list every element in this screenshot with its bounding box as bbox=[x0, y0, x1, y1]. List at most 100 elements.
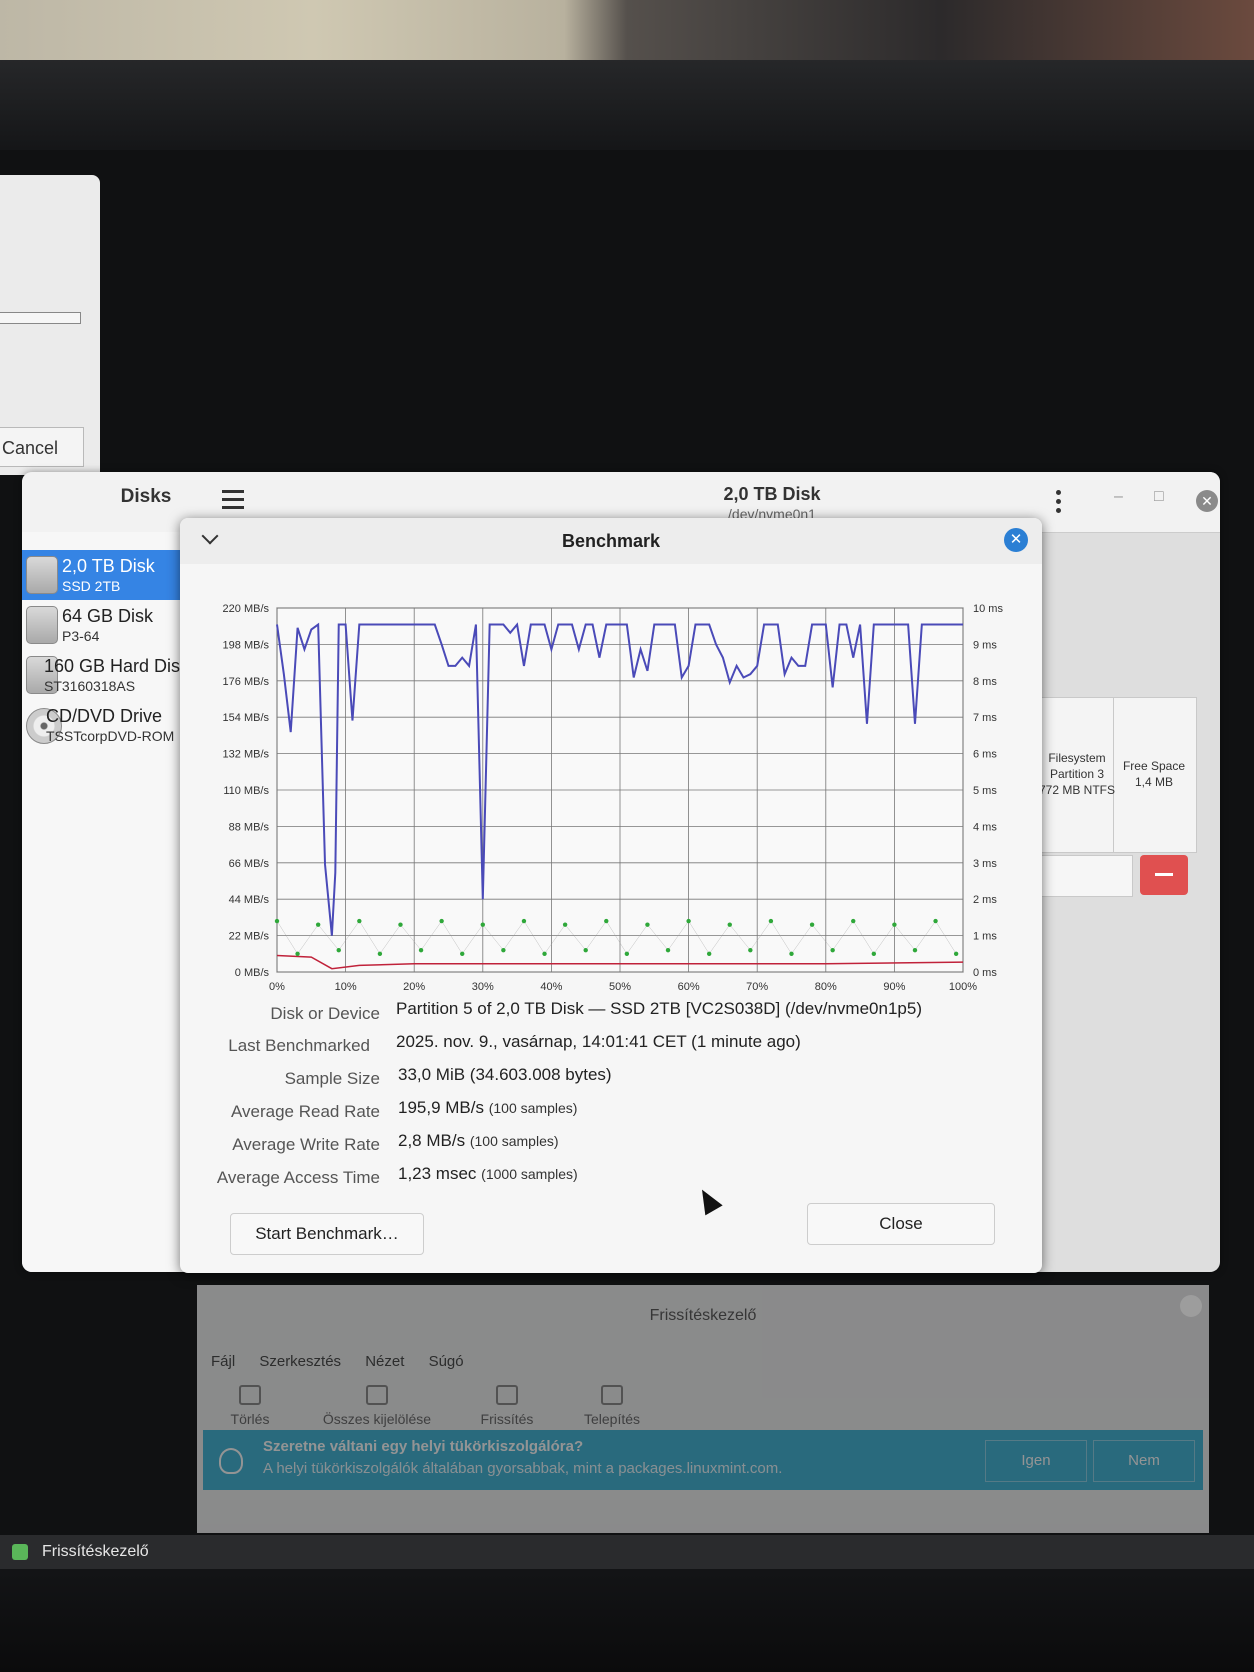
access-time-point bbox=[274, 918, 280, 924]
menu-edit[interactable]: Szerkesztés bbox=[259, 1353, 341, 1370]
access-time-point bbox=[295, 951, 300, 956]
y-right-tick-label: 3 ms bbox=[973, 858, 997, 870]
x-tick-label: 50% bbox=[609, 981, 631, 993]
select-all-icon bbox=[366, 1385, 388, 1405]
menu-help[interactable]: Súgó bbox=[429, 1353, 464, 1370]
y-left-tick-label: 220 MB/s bbox=[223, 603, 270, 615]
y-left-tick-label: 66 MB/s bbox=[229, 858, 270, 870]
drive-model: TSSTcorpDVD-ROM bbox=[46, 728, 175, 744]
access-time-point bbox=[748, 947, 753, 953]
dialog-title: Benchmark bbox=[561, 531, 661, 551]
toolbar-select-all[interactable]: Összes kijelölése bbox=[307, 1385, 447, 1427]
read-rate-label: Average Read Rate bbox=[230, 1102, 380, 1121]
minimize-icon[interactable]: – bbox=[1114, 488, 1123, 506]
y-left-tick-label: 132 MB/s bbox=[223, 749, 270, 761]
volume-field bbox=[1035, 855, 1133, 897]
drive-name: 160 GB Hard Disk bbox=[44, 656, 190, 676]
access-time-point bbox=[830, 947, 835, 953]
benchmark-chart: 0 MB/s 22 MB/s 44 MB/s 66 MB/s 88 MB/s 110 MB… bbox=[180, 568, 1042, 1038]
no-button[interactable]: Nem bbox=[1093, 1440, 1195, 1482]
y-right-tick-label: 10 ms bbox=[973, 603, 1003, 615]
access-time-point bbox=[624, 951, 630, 956]
y-right-tick-label: 4 ms bbox=[973, 821, 997, 833]
close-button[interactable]: Close bbox=[807, 1203, 995, 1245]
partition-label: Filesystem Partition 3 772 MB NTFS bbox=[1038, 751, 1116, 797]
access-time-point bbox=[542, 951, 547, 956]
y-left-tick-label: 0 MB/s bbox=[235, 967, 270, 979]
drive-name: 2,0 TB Disk bbox=[62, 556, 155, 576]
y-right-tick-label: 1 ms bbox=[973, 931, 997, 943]
y-left-tick-label: 110 MB/s bbox=[223, 785, 269, 797]
drive-name: CD/DVD Drive bbox=[46, 706, 163, 726]
partition-map: Filesystem Partition 3 772 MB NTFS Free … bbox=[1035, 697, 1197, 853]
y-right-tick-label: 2 ms bbox=[973, 894, 997, 906]
disk-title: 2,0 TB Disk bbox=[723, 484, 821, 504]
mirror-banner: Szeretne váltani egy helyi tükörkiszolgá… bbox=[203, 1430, 1203, 1490]
access-time-point bbox=[583, 947, 588, 953]
access-time-point bbox=[665, 947, 671, 953]
cancel-button[interactable]: Cancel bbox=[0, 427, 84, 467]
dialog-header: Benchmark ✕ bbox=[180, 518, 1042, 564]
more-options-icon[interactable] bbox=[1056, 490, 1062, 517]
maximize-icon[interactable]: □ bbox=[1154, 488, 1164, 506]
sample-size-value: 33,0 MiB (34.603.008 bytes) bbox=[398, 1065, 612, 1084]
last-benchmarked-value: 2025. nov. 9., vasárnap, 14:01:41 CET (1… bbox=[396, 1032, 801, 1051]
access-time-point bbox=[912, 947, 918, 953]
access-time-point bbox=[851, 918, 856, 924]
access-time-point bbox=[357, 918, 362, 924]
taskbar-item[interactable]: Frissítéskezelő bbox=[42, 1543, 149, 1561]
drive-model: ST3160318AS bbox=[44, 678, 136, 694]
close-icon[interactable]: ✕ bbox=[1196, 490, 1218, 512]
x-tick-label: 0% bbox=[269, 981, 285, 993]
access-time-point bbox=[727, 922, 732, 927]
y-right-tick-label: 8 ms bbox=[973, 676, 997, 688]
x-tick-label: 60% bbox=[678, 981, 700, 993]
toolbar-install[interactable]: Telepítés bbox=[567, 1385, 657, 1427]
read-rate-value: 195,9 MB/s (100 samples) bbox=[398, 1098, 578, 1117]
disk-icon bbox=[26, 606, 58, 644]
toolbar-clear[interactable]: Törlés bbox=[215, 1385, 285, 1427]
y-left-tick-label: 88 MB/s bbox=[229, 821, 270, 833]
sample-size-label: Sample Size bbox=[284, 1069, 380, 1088]
banner-detail: A helyi tükörkiszolgálók általában gyors… bbox=[263, 1460, 783, 1477]
menu-view[interactable]: Nézet bbox=[365, 1353, 404, 1370]
x-tick-label: 90% bbox=[883, 981, 905, 993]
access-time-point bbox=[315, 922, 321, 927]
x-tick-label: 10% bbox=[335, 981, 357, 993]
window-title: Frissítéskezelő bbox=[649, 1307, 757, 1324]
yes-button[interactable]: Igen bbox=[985, 1440, 1087, 1482]
disk-icon bbox=[26, 556, 58, 594]
access-time-point bbox=[645, 922, 650, 927]
access-time-point bbox=[418, 947, 424, 953]
y-right-tick-label: 7 ms bbox=[973, 712, 997, 724]
y-left-tick-label: 176 MB/s bbox=[223, 676, 270, 688]
menu-file[interactable]: Fájl bbox=[211, 1353, 235, 1370]
x-tick-label: 70% bbox=[746, 981, 768, 993]
access-time-point bbox=[439, 918, 444, 924]
hamburger-menu-icon[interactable] bbox=[222, 490, 244, 509]
write-rate-value: 2,8 MB/s (100 samples) bbox=[398, 1131, 559, 1150]
x-tick-label: 40% bbox=[540, 981, 562, 993]
toolbar-refresh[interactable]: Frissítés bbox=[467, 1385, 547, 1427]
banner-question: Szeretne váltani egy helyi tükörkiszolgá… bbox=[263, 1438, 584, 1455]
access-time-point bbox=[336, 947, 341, 953]
device-label: Disk or Device bbox=[270, 1004, 380, 1023]
close-icon[interactable] bbox=[1180, 1295, 1202, 1317]
x-tick-label: 80% bbox=[815, 981, 837, 993]
update-manager-window: Frissítéskezelő Fájl Szerkesztés Nézet S… bbox=[197, 1285, 1209, 1533]
y-right-tick-label: 6 ms bbox=[973, 749, 997, 761]
chart-svg: 0 MB/s 22 MB/s 44 MB/s 66 MB/s 88 MB/s 110 MB… bbox=[223, 603, 1004, 993]
drive-model: SSD 2TB bbox=[62, 578, 121, 594]
shield-icon bbox=[12, 1544, 28, 1560]
close-icon[interactable]: ✕ bbox=[1004, 528, 1028, 552]
access-time-point bbox=[789, 951, 794, 956]
access-time-point bbox=[521, 918, 527, 924]
benchmark-dialog: Benchmark ✕ 0 MB/s 22 MB/s 44 MB/s 66 MB/s 8… bbox=[180, 518, 1042, 1273]
start-benchmark-button[interactable]: Start Benchmark… bbox=[230, 1213, 424, 1255]
access-time-value: 1,23 msec (1000 samples) bbox=[398, 1164, 578, 1183]
access-time-point bbox=[706, 951, 712, 956]
access-time-point bbox=[377, 951, 383, 956]
delete-partition-button[interactable] bbox=[1140, 855, 1188, 895]
refresh-icon bbox=[496, 1385, 518, 1405]
y-right-tick-label: 0 ms bbox=[973, 967, 997, 979]
